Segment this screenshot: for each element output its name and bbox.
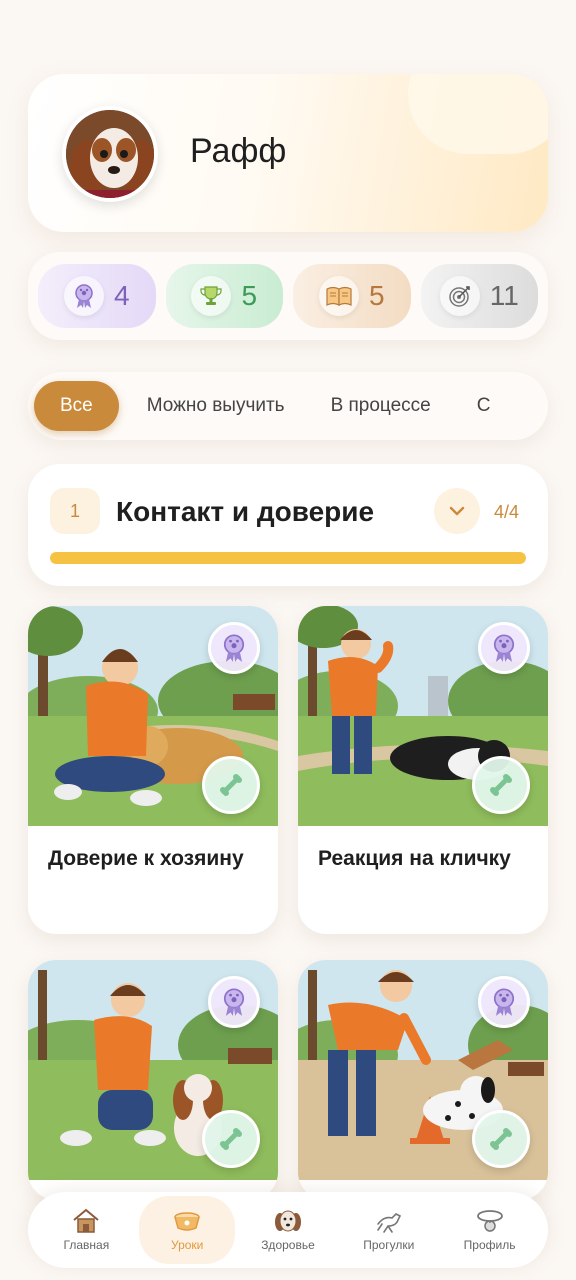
- stats-bar: 4 5 5 11: [28, 252, 548, 340]
- award-badge-icon: [208, 976, 260, 1028]
- lesson-illustration: [28, 606, 278, 826]
- pet-avatar-image: [66, 110, 154, 198]
- award-badge-icon: [208, 622, 260, 674]
- section-progress-count: 4/4: [494, 502, 520, 522]
- section-number: 1: [50, 488, 100, 534]
- stat-lessons[interactable]: 5: [293, 264, 411, 328]
- stat-awards[interactable]: 4: [38, 264, 156, 328]
- nav-item-label: Прогулки: [363, 1238, 415, 1252]
- dog-head-icon: [274, 1210, 301, 1232]
- section-progress-bar: [50, 552, 526, 564]
- nav-item-health[interactable]: Здоровье: [240, 1196, 336, 1264]
- nav-item-walks[interactable]: Прогулки: [341, 1196, 437, 1264]
- target-icon: [439, 276, 480, 316]
- pet-avatar[interactable]: [62, 106, 158, 202]
- bone-badge-icon: [472, 1110, 530, 1168]
- collar-tag-icon: [476, 1210, 503, 1232]
- nav-item-label: Здоровье: [261, 1238, 315, 1252]
- lesson-illustration: [298, 960, 548, 1180]
- section-title: Контакт и доверие: [116, 496, 375, 527]
- stat-goals-value: 11: [489, 280, 519, 311]
- tab-more[interactable]: С: [459, 381, 509, 431]
- award-badge-icon: [478, 976, 530, 1028]
- nav-item-label: Уроки: [170, 1238, 204, 1252]
- trophy-icon: [191, 276, 232, 316]
- nav-item-profile[interactable]: Профиль: [442, 1196, 538, 1264]
- dog-bowl-icon: [174, 1212, 200, 1231]
- lesson-card[interactable]: [298, 960, 548, 1200]
- nav-item-label: Профиль: [463, 1238, 516, 1252]
- running-dog-icon: [376, 1213, 401, 1233]
- decorative-blob: [408, 74, 548, 154]
- lesson-card[interactable]: [28, 960, 278, 1200]
- pet-name: Рафф: [190, 132, 287, 170]
- lesson-title: Доверие к хозяину: [48, 847, 244, 870]
- nav-item-home[interactable]: Главная: [38, 1196, 134, 1264]
- bottom-navigation: Главная Уроки Здоровье Прогулки Профиль: [28, 1192, 548, 1268]
- award-ribbon-icon: [63, 276, 104, 316]
- bone-badge-icon: [472, 756, 530, 814]
- nav-item-label: Главная: [63, 1238, 110, 1252]
- tab-can-learn[interactable]: Можно выучить: [129, 381, 303, 431]
- nav-item-lessons[interactable]: Уроки: [139, 1196, 236, 1264]
- stat-awards-value: 4: [113, 280, 130, 311]
- tab-in-progress[interactable]: В процессе: [313, 381, 449, 431]
- bone-badge-icon: [202, 1110, 260, 1168]
- lesson-card[interactable]: Доверие к хозяину: [28, 606, 278, 934]
- lesson-card[interactable]: Реакция на кличку: [298, 606, 548, 934]
- award-badge-icon: [478, 622, 530, 674]
- lesson-illustration: [28, 960, 278, 1180]
- pet-profile-card[interactable]: Рафф: [28, 74, 548, 232]
- stat-goals[interactable]: 11: [420, 264, 538, 328]
- lesson-section-header[interactable]: 1 Контакт и доверие 4/4: [28, 464, 548, 586]
- house-icon: [73, 1208, 100, 1233]
- stat-trophies-value: 5: [241, 280, 258, 311]
- tab-all[interactable]: Все: [34, 381, 119, 431]
- lesson-filter-tabs: Все Можно выучить В процессе С: [28, 372, 548, 440]
- lesson-illustration: [298, 606, 548, 826]
- lesson-title: Реакция на кличку: [318, 847, 511, 870]
- chevron-down-icon[interactable]: [434, 488, 480, 534]
- stat-trophies[interactable]: 5: [165, 264, 283, 328]
- section-progress-fill: [50, 552, 526, 564]
- bone-badge-icon: [202, 756, 260, 814]
- stat-lessons-value: 5: [368, 280, 385, 311]
- open-book-icon: [318, 276, 359, 316]
